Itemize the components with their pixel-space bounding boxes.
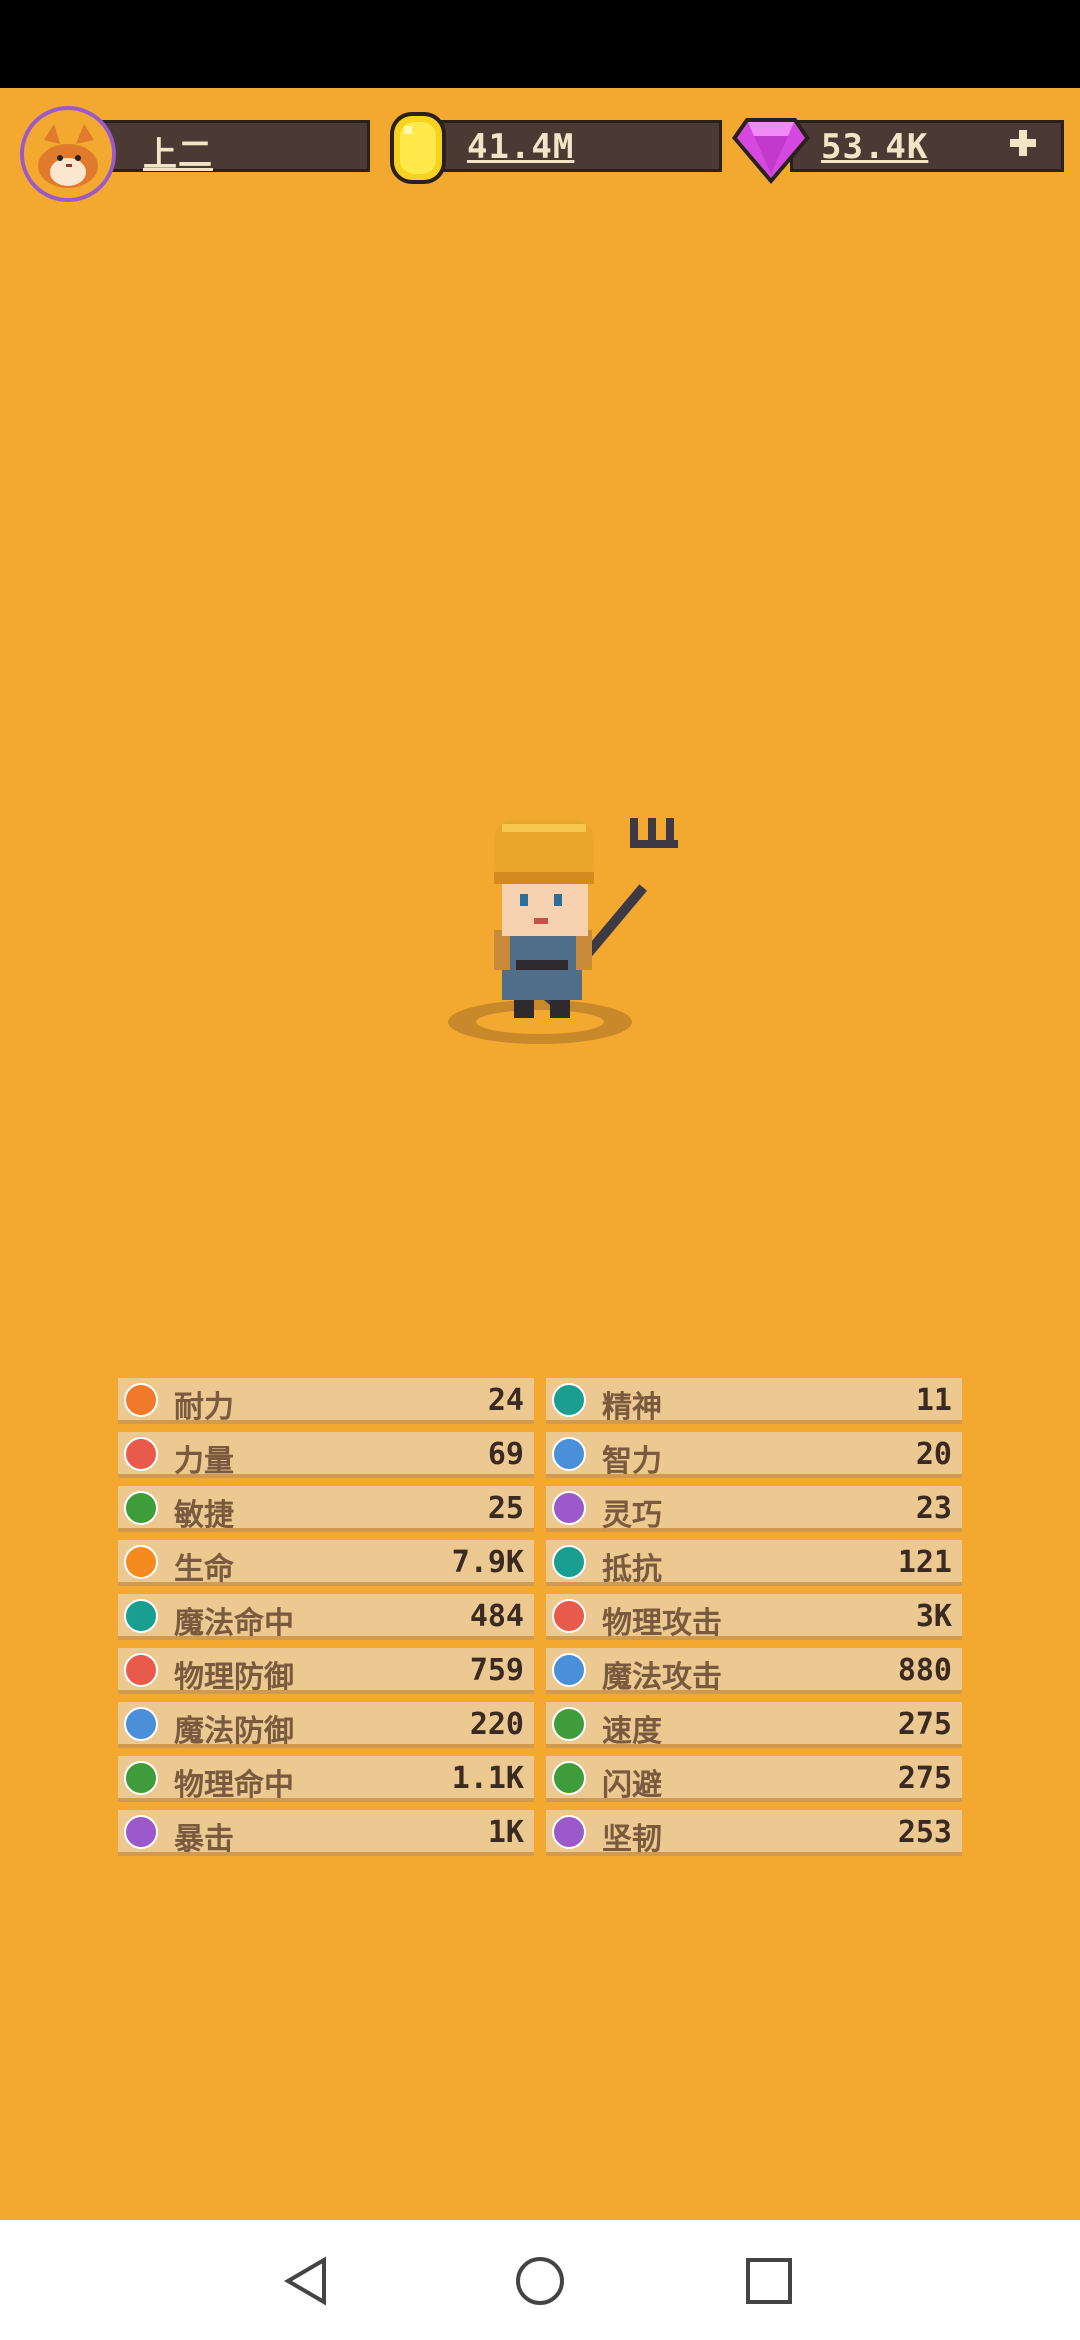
stat-row-intellect: 智力 20 [546,1432,962,1479]
stamina-icon [124,1383,158,1417]
stat-value: 275 [897,1761,952,1796]
stat-value: 1K [487,1815,524,1850]
stat-row-speed: 速度 275 [546,1702,962,1749]
stat-value: 69 [487,1437,524,1472]
stat-label: 闪避 [602,1768,662,1803]
stat-value: 23 [915,1491,952,1526]
stat-row-strength: 力量 69 [118,1432,534,1479]
stat-value: 759 [469,1653,524,1688]
stat-row-agility: 敏捷 25 [118,1486,534,1533]
stat-label: 力量 [174,1444,234,1479]
stat-row-physical-hit: 物理命中 1.1K [118,1756,534,1803]
resistance-icon [552,1545,586,1579]
stat-row-spirit: 精神 11 [546,1378,962,1425]
stat-label: 灵巧 [602,1498,662,1533]
magic-hit-icon [124,1599,158,1633]
magic-attack-icon [552,1653,586,1687]
stat-value: 253 [897,1815,952,1850]
physical-defense-icon [124,1653,158,1687]
stat-row-dodge: 闪避 275 [546,1756,962,1803]
system-nav-bar [0,2220,1080,2340]
dodge-icon [552,1761,586,1795]
speed-icon [552,1707,586,1741]
stat-row-toughness: 坚韧 253 [546,1810,962,1857]
stat-row-magic-defense: 魔法防御 220 [118,1702,534,1749]
farmer-character[interactable] [440,810,740,1050]
agility-icon [124,1491,158,1525]
stat-label: 物理命中 [174,1768,294,1803]
stat-row-dexterity: 灵巧 23 [546,1486,962,1533]
stat-row-magic-hit: 魔法命中 484 [118,1594,534,1641]
player-name-pill[interactable]: 上二 [100,120,370,175]
home-circle-icon[interactable] [513,2254,567,2308]
recents-square-icon[interactable] [742,2254,796,2308]
stat-label: 速度 [602,1714,662,1749]
stat-row-crit: 暴击 1K [118,1810,534,1857]
toughness-icon [552,1815,586,1849]
player-name: 上二 [143,135,213,175]
dexterity-icon [552,1491,586,1525]
gold-pill[interactable]: 41.4M [440,120,722,172]
stat-row-magic-attack: 魔法攻击 880 [546,1648,962,1695]
stat-label: 坚韧 [602,1822,662,1857]
stat-value: 11 [915,1383,952,1418]
stat-label: 抵抗 [602,1552,662,1587]
status-bar [0,0,1080,88]
stat-label: 魔法攻击 [602,1660,722,1695]
stat-label: 魔法防御 [174,1714,294,1749]
magic-defense-icon [124,1707,158,1741]
stat-row-life: 生命 7.9K [118,1540,534,1587]
gem-amount: 53.4K [821,127,929,167]
stat-value: 20 [915,1437,952,1472]
physical-attack-icon [552,1599,586,1633]
stat-row-physical-defense: 物理防御 759 [118,1648,534,1695]
stat-value: 275 [897,1707,952,1742]
gem-icon [732,118,810,184]
physical-hit-icon [124,1761,158,1795]
add-gems-plus-icon[interactable] [1008,128,1038,158]
cat-avatar-icon [24,110,112,198]
stat-value: 3K [915,1599,952,1634]
stat-row-stamina: 耐力 24 [118,1378,534,1425]
strength-icon [124,1437,158,1471]
stat-value: 1.1K [451,1761,524,1796]
stat-label: 暴击 [174,1822,234,1857]
heart-icon [124,1545,158,1579]
stat-label: 耐力 [174,1390,234,1425]
stat-value: 220 [469,1707,524,1742]
stat-row-physical-attack: 物理攻击 3K [546,1594,962,1641]
stat-label: 精神 [602,1390,662,1425]
avatar[interactable] [20,106,116,202]
intellect-icon [552,1437,586,1471]
spirit-icon [552,1383,586,1417]
stat-label: 物理攻击 [602,1606,722,1641]
stat-label: 敏捷 [174,1498,234,1533]
stat-label: 智力 [602,1444,662,1479]
stat-row-resistance: 抵抗 121 [546,1540,962,1587]
stat-label: 物理防御 [174,1660,294,1695]
stat-value: 7.9K [451,1545,524,1580]
top-bar: 上二 41.4M 53.4K [0,100,1080,202]
stat-value: 880 [897,1653,952,1688]
stat-value: 24 [487,1383,524,1418]
stat-value: 121 [897,1545,952,1580]
back-triangle-icon[interactable] [280,2254,334,2308]
gold-amount: 41.4M [467,127,575,167]
crit-icon [124,1815,158,1849]
stat-value: 484 [469,1599,524,1634]
stat-value: 25 [487,1491,524,1526]
coin-icon [390,112,446,184]
stat-label: 生命 [174,1552,234,1587]
stat-label: 魔法命中 [174,1606,294,1641]
